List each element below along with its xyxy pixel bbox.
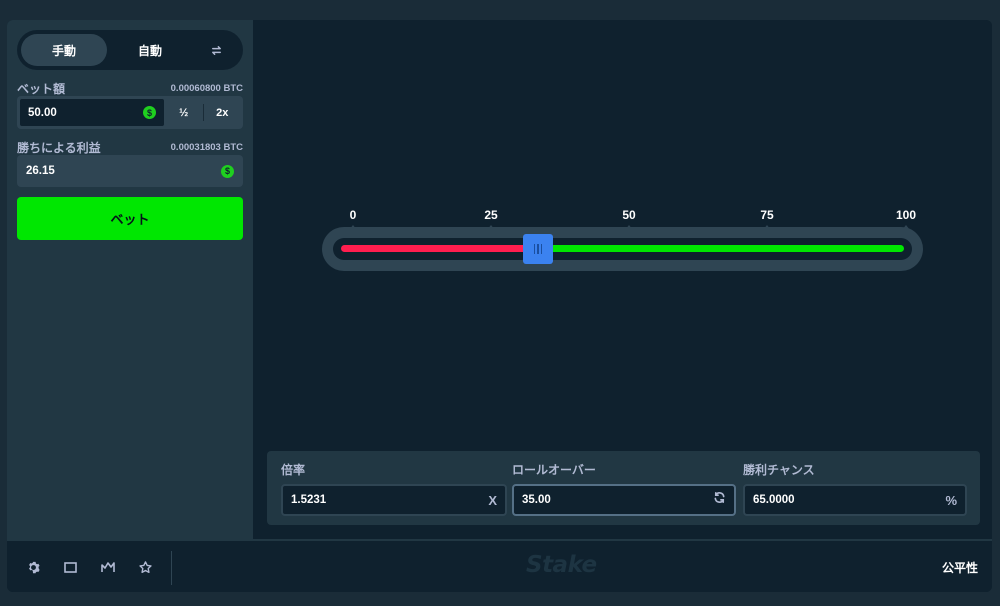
profit-label: 勝ちによる利益 bbox=[17, 141, 101, 155]
auto-mode-tab[interactable]: 自動 bbox=[107, 34, 193, 66]
bet-amount-input[interactable]: 50.00 $ bbox=[19, 98, 165, 127]
profit-label-row: 勝ちによる利益 0.00031803 BTC bbox=[17, 139, 243, 156]
roll-slider bbox=[322, 227, 923, 271]
game-area: 0 25 50 75 100 倍率 1.5231 X ロールオーバー 35.00… bbox=[253, 20, 992, 539]
double-bet-button[interactable]: 2x bbox=[204, 98, 242, 127]
tick-label-0: 0 bbox=[349, 208, 357, 222]
tick-label-75: 75 bbox=[760, 208, 774, 222]
roll-over-label: ロールオーバー bbox=[512, 463, 596, 477]
slider-win-range bbox=[538, 245, 904, 252]
fairness-link[interactable]: 公平性 bbox=[942, 559, 978, 576]
refresh-icon[interactable] bbox=[713, 491, 726, 509]
manual-mode-tab[interactable]: 手動 bbox=[21, 34, 107, 66]
win-chance-label: 勝利チャンス bbox=[743, 463, 815, 477]
multiplier-input[interactable]: 1.5231 X bbox=[281, 484, 507, 516]
currency-coin-icon: $ bbox=[143, 106, 156, 119]
swap-icon[interactable] bbox=[193, 34, 239, 66]
tick-label-25: 25 bbox=[484, 208, 498, 222]
win-chance-value: 65.0000 bbox=[753, 494, 795, 506]
multiplier-x-icon: X bbox=[488, 492, 497, 508]
slider-track[interactable] bbox=[333, 234, 912, 264]
dice-game-app: 手動 自動 ベット額 0.00060800 BTC 50.00 $ ½ 2x 勝… bbox=[7, 20, 992, 592]
bet-amount-btc: 0.00060800 BTC bbox=[170, 83, 243, 94]
tick-label-100: 100 bbox=[895, 208, 917, 222]
multiplier-label: 倍率 bbox=[281, 463, 306, 477]
slider-handle[interactable] bbox=[523, 234, 554, 264]
roll-over-stat: ロールオーバー 35.00 bbox=[512, 461, 736, 516]
bet-sidebar: 手動 自動 ベット額 0.00060800 BTC 50.00 $ ½ 2x 勝… bbox=[7, 20, 253, 539]
profit-btc: 0.00031803 BTC bbox=[170, 142, 243, 153]
multiplier-stat: 倍率 1.5231 X bbox=[281, 461, 507, 516]
currency-coin-icon: $ bbox=[221, 164, 234, 178]
stats-panel: 倍率 1.5231 X ロールオーバー 35.00 勝利チャンス 65.0000… bbox=[267, 451, 980, 525]
win-chance-input[interactable]: 65.0000 % bbox=[743, 484, 967, 516]
bet-amount-group: 50.00 $ ½ 2x bbox=[17, 96, 243, 129]
profit-value: 26.15 bbox=[26, 165, 55, 177]
footer-divider bbox=[171, 551, 172, 585]
half-bet-button[interactable]: ½ bbox=[165, 98, 203, 127]
slider-ticks: 0 25 50 75 100 bbox=[253, 208, 992, 230]
percent-icon: % bbox=[945, 492, 957, 508]
stake-logo: Stake bbox=[526, 552, 597, 578]
settings-gear-icon[interactable] bbox=[25, 559, 41, 575]
favourite-star-icon[interactable] bbox=[137, 559, 153, 575]
theatre-mode-icon[interactable] bbox=[62, 559, 78, 575]
live-stats-icon[interactable] bbox=[100, 559, 116, 575]
mode-toggle: 手動 自動 bbox=[17, 30, 243, 70]
grip-icon bbox=[533, 244, 543, 254]
roll-over-input[interactable]: 35.00 bbox=[512, 484, 736, 516]
bet-amount-value: 50.00 bbox=[28, 106, 57, 119]
roll-over-value: 35.00 bbox=[522, 494, 551, 506]
tick-label-50: 50 bbox=[622, 208, 636, 222]
bet-amount-label-row: ベット額 0.00060800 BTC bbox=[17, 80, 243, 97]
profit-on-win-field: 26.15 $ bbox=[17, 155, 243, 187]
multiplier-value: 1.5231 bbox=[291, 494, 327, 506]
slider-lose-range bbox=[341, 245, 539, 252]
win-chance-stat: 勝利チャンス 65.0000 % bbox=[743, 461, 967, 516]
bet-amount-label: ベット額 bbox=[17, 82, 66, 96]
game-footer: Stake 公平性 bbox=[7, 539, 992, 592]
bet-button[interactable]: ベット bbox=[17, 197, 243, 240]
